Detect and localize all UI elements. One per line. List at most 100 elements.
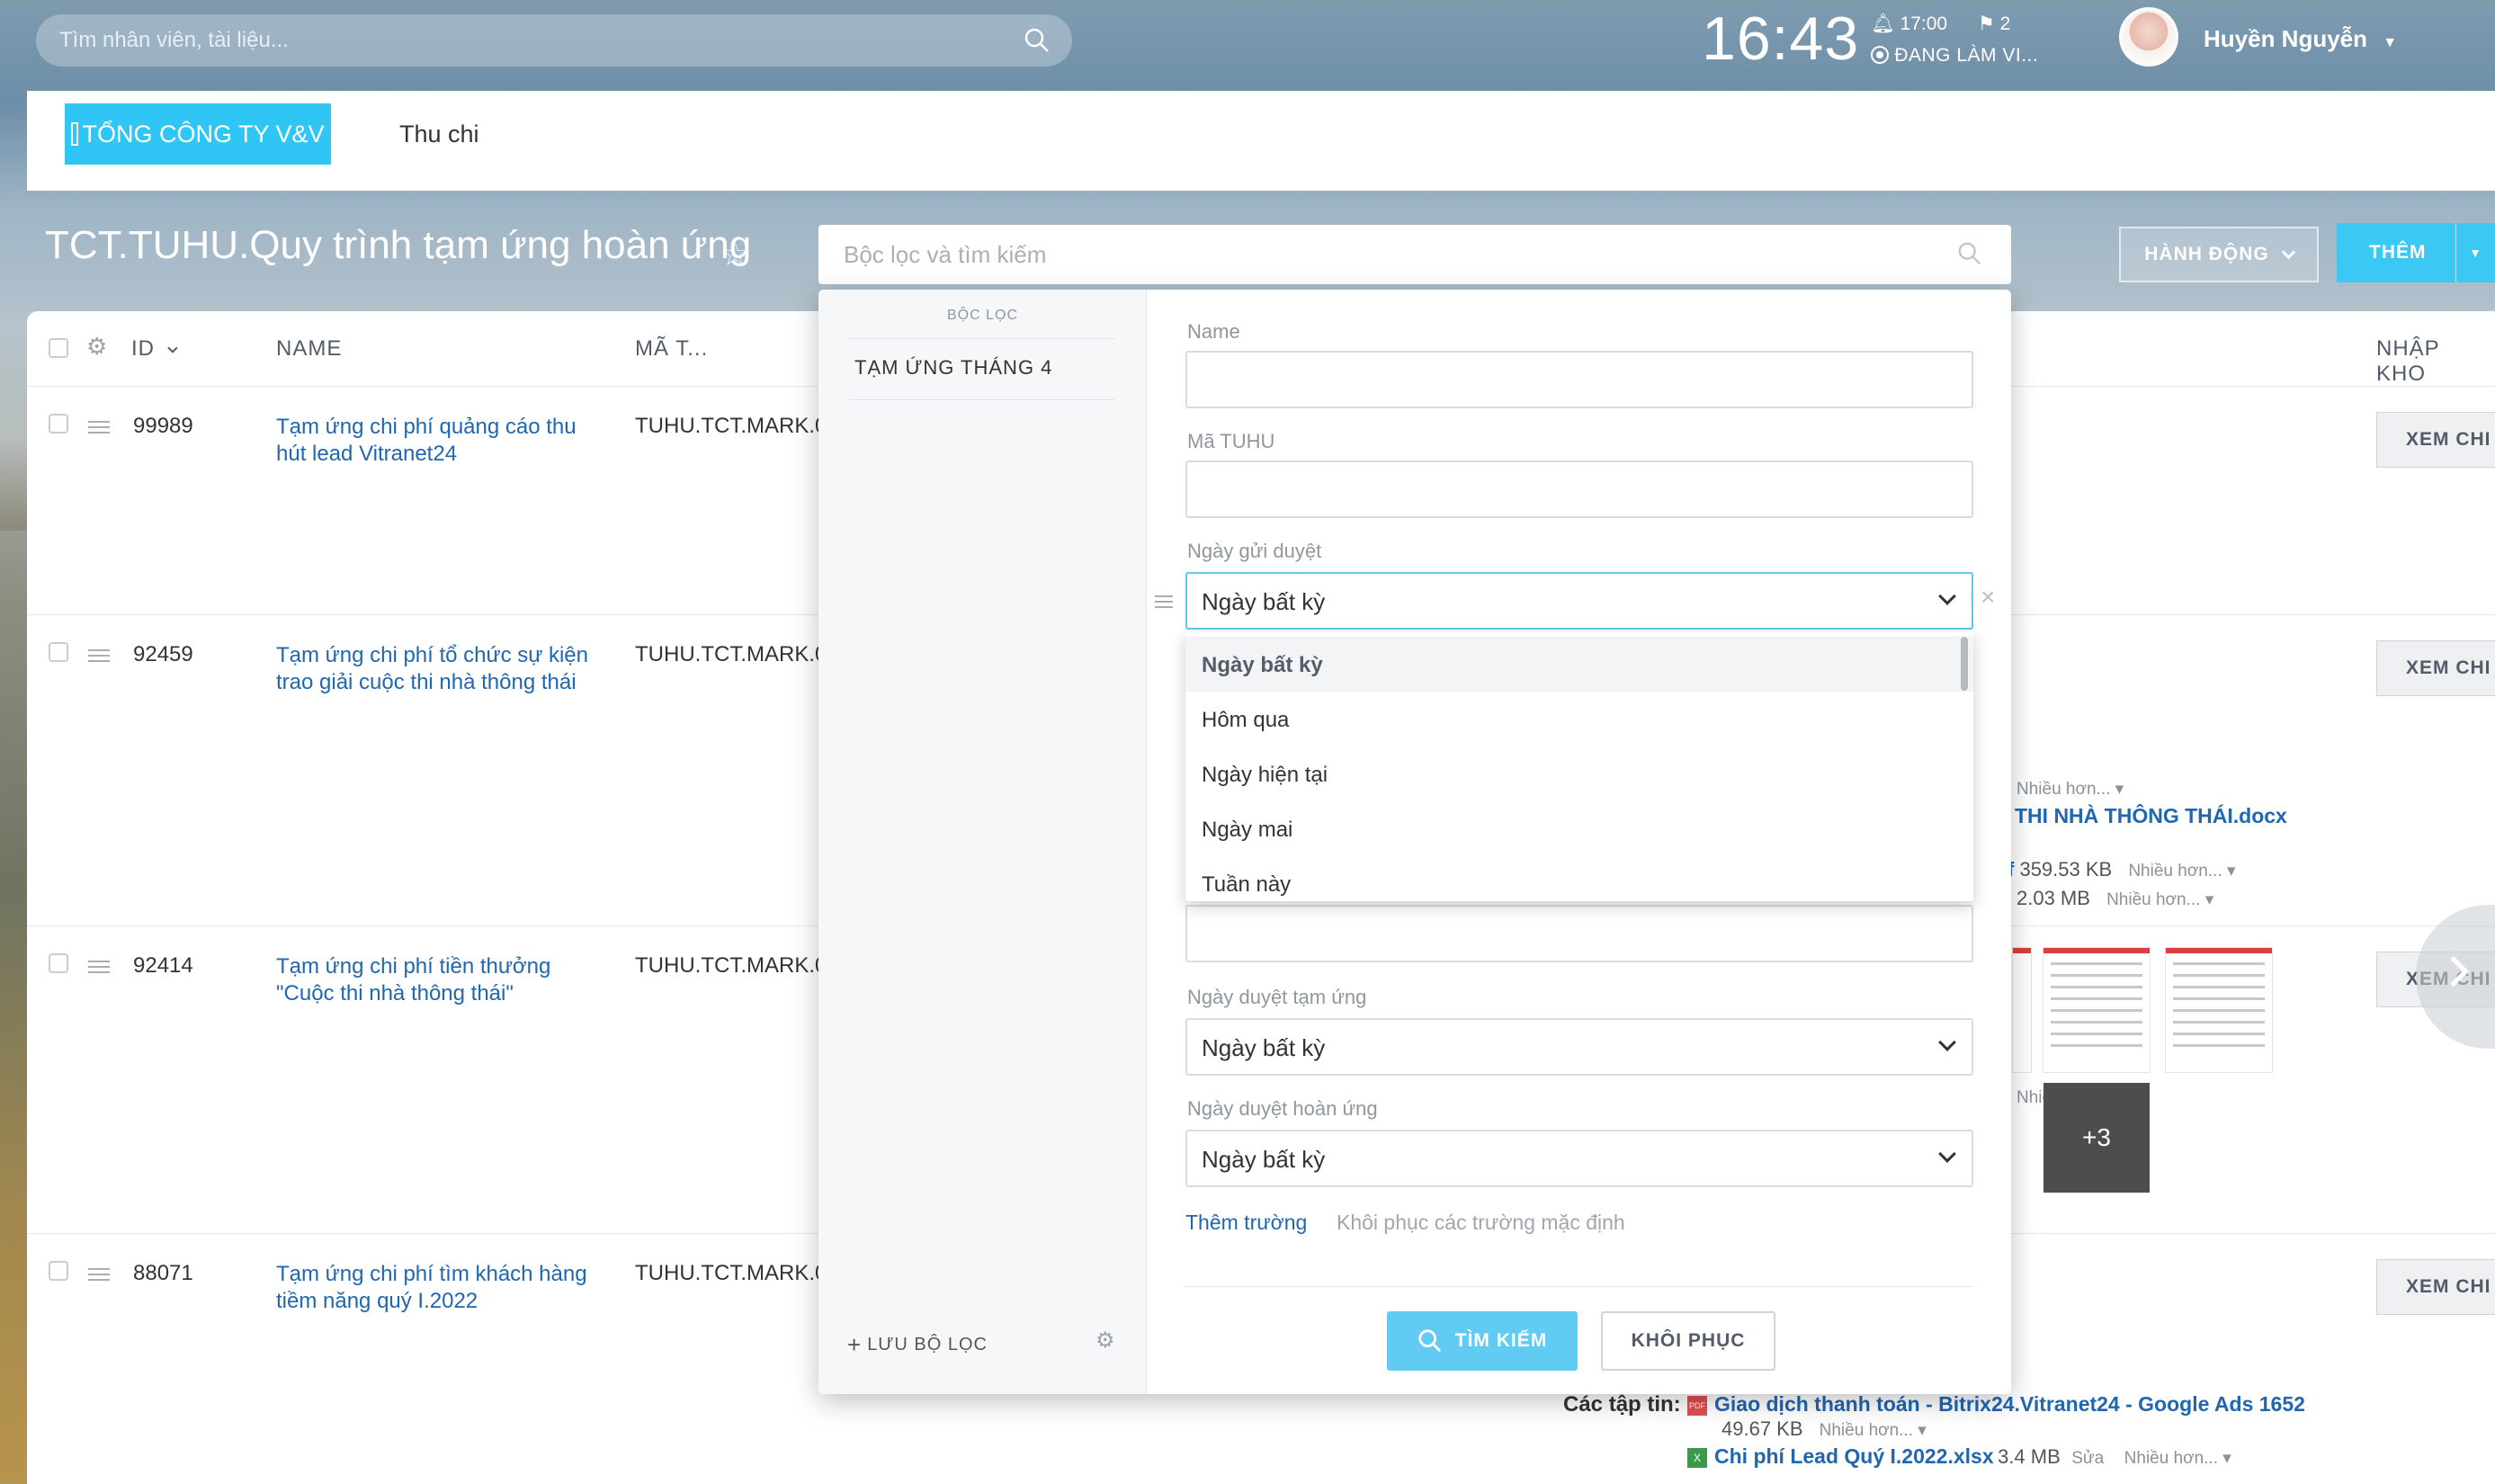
column-import[interactable]: NHẬP KHO <box>2376 336 2495 387</box>
row-name-link[interactable]: Tạm ứng chi phí tìm khách hàng tiềm năng… <box>276 1261 600 1315</box>
select-all-checkbox[interactable] <box>49 338 68 358</box>
view-detail-button[interactable]: XEM CHI TIẾT <box>2376 1259 2495 1315</box>
code-input[interactable] <box>1185 460 1973 518</box>
drag-handle-icon[interactable] <box>88 421 110 434</box>
search-button[interactable]: TÌM KIẾM <box>1387 1311 1578 1371</box>
star-icon[interactable]: ☆ <box>720 234 750 274</box>
record-icon <box>1871 46 1889 64</box>
reset-button[interactable]: KHÔI PHỤC <box>1601 1311 1775 1371</box>
company-button[interactable]: TỔNG CÔNG TY V&V <box>65 103 331 165</box>
chevron-down-icon <box>1938 1033 1956 1051</box>
file-link[interactable]: Chi phí Lead Quý I.2022.xlsx <box>1714 1444 1994 1468</box>
divider <box>1185 1286 1973 1287</box>
more-link-label: Nhiều hơn... <box>2128 862 2222 881</box>
column-name[interactable]: NAME <box>276 336 342 362</box>
file-size: 359.53 KB <box>2019 858 2113 881</box>
file-link[interactable]: THI NHÀ THÔNG THÁI.docx <box>2015 804 2287 828</box>
hidden-field-input[interactable] <box>1185 905 1973 962</box>
more-link[interactable]: Nhiều hơn... ▾ <box>1820 1421 1927 1440</box>
drag-handle-icon[interactable] <box>88 1268 110 1281</box>
more-thumbnails-button[interactable]: +3 <box>2043 1083 2150 1193</box>
row-checkbox[interactable] <box>49 1261 68 1281</box>
add-button-label: THÊM <box>2369 242 2427 263</box>
row-name-link[interactable]: Tạm ứng chi phí quảng cáo thu hút lead V… <box>276 414 600 468</box>
filter-preset-item[interactable]: TẠM ỨNG THÁNG 4 <box>854 356 1052 380</box>
row-id: 99989 <box>133 414 193 438</box>
file-size-row: f 359.53 KB Nhiều hơn... ▾ <box>2008 858 2236 881</box>
chevron-down-icon <box>1938 587 1956 605</box>
dropdown-scrollbar[interactable] <box>1961 637 1968 691</box>
dropdown-option[interactable]: Tuần này <box>1185 856 1973 901</box>
file-thumbnail[interactable] <box>2013 948 2031 1072</box>
caret-down-icon: ▼ <box>2469 246 2482 260</box>
refund-date-value: Ngày bất kỳ <box>1202 1146 1326 1173</box>
work-status-info[interactable]: 🔔︎ 17:00 ⚑ 2 <box>1871 13 2010 35</box>
view-detail-button[interactable]: XEM CHI TIẾT <box>2376 412 2495 468</box>
tab-thu-chi[interactable]: Thu chi <box>399 121 479 148</box>
row-checkbox[interactable] <box>49 953 68 973</box>
add-dropdown-toggle[interactable]: ▼ <box>2455 223 2495 282</box>
column-code[interactable]: MÃ T... <box>635 336 708 362</box>
user-menu[interactable]: Huyền Nguyễn ▼ <box>2204 25 2397 53</box>
advance-date-select[interactable]: Ngày bất kỳ <box>1185 1018 1973 1076</box>
search-icon[interactable] <box>1024 27 1051 54</box>
clock[interactable]: 16:43 <box>1702 4 1859 74</box>
drag-handle-icon[interactable] <box>1155 595 1173 608</box>
row-name-link[interactable]: Tạm ứng chi phí tiền thưởng "Cuộc thi nh… <box>276 953 600 1007</box>
company-bar <box>27 91 2495 191</box>
chevron-down-icon <box>167 343 178 353</box>
flag-icon: ⚑ <box>1977 13 1995 34</box>
gear-icon[interactable]: ⚙ <box>1095 1328 1115 1354</box>
more-link[interactable]: Nhiều hơn... ▾ <box>2106 890 2213 909</box>
row-checkbox[interactable] <box>49 642 68 662</box>
file-size: 49.67 KB <box>1721 1417 1803 1440</box>
user-name: Huyền Nguyễn <box>2204 25 2368 52</box>
dropdown-option[interactable]: Ngày hiện tại <box>1185 746 1973 801</box>
row-checkbox[interactable] <box>49 414 68 434</box>
more-link-label: Nhiều hơn... <box>2106 890 2201 909</box>
more-link[interactable]: Nhiều hơn... ▾ <box>2124 1449 2231 1468</box>
drag-handle-icon[interactable] <box>88 961 110 973</box>
file-size-row: 2.03 MB Nhiều hơn... ▾ <box>2017 887 2213 910</box>
restore-default-fields-link[interactable]: Khôi phục các trường mặc định <box>1337 1211 1625 1235</box>
global-search[interactable] <box>36 14 1072 67</box>
drag-handle-icon[interactable] <box>88 649 110 662</box>
files-label: Các tập tin: <box>1563 1392 1681 1417</box>
row-name-link[interactable]: Tạm ứng chi phí tổ chức sự kiện trao giả… <box>276 642 600 696</box>
search-icon[interactable] <box>1957 241 1982 271</box>
excel-icon: X <box>1687 1448 1707 1468</box>
avatar[interactable] <box>2119 7 2178 67</box>
save-filter-button[interactable]: + LƯU BỘ LỌC <box>847 1331 988 1359</box>
close-icon[interactable]: × <box>1981 583 1995 612</box>
dropdown-option[interactable]: Ngày bất kỳ <box>1185 637 1973 692</box>
search-icon <box>1418 1329 1441 1353</box>
work-status[interactable]: ĐANG LÀM VI... <box>1871 45 2038 67</box>
add-field-link[interactable]: Thêm trường <box>1185 1211 1307 1235</box>
filter-search-input[interactable]: Bộc lọc và tìm kiếm <box>818 225 2011 284</box>
refund-date-select[interactable]: Ngày bất kỳ <box>1185 1130 1973 1187</box>
column-id[interactable]: ID <box>131 336 178 362</box>
row-id: 88071 <box>133 1261 193 1285</box>
action-button[interactable]: HÀNH ĐỘNG <box>2119 227 2319 282</box>
chevron-right-icon <box>2438 956 2469 987</box>
name-input[interactable] <box>1185 351 1973 408</box>
action-button-label: HÀNH ĐỘNG <box>2144 244 2269 264</box>
file-thumbnail[interactable] <box>2166 948 2272 1072</box>
column-id-label: ID <box>131 336 155 361</box>
row-code: TUHU.TCT.MARK.0 <box>635 1261 827 1285</box>
row-code: TUHU.TCT.MARK.0 <box>635 953 827 978</box>
add-button[interactable]: THÊM ▼ <box>2337 223 2495 282</box>
date-dropdown-list: Ngày bất kỳ Hôm qua Ngày hiện tại Ngày m… <box>1185 631 1973 901</box>
more-link[interactable]: Nhiều hơn... ▾ <box>2128 862 2235 881</box>
edit-link[interactable]: Sửa <box>2071 1449 2104 1468</box>
dropdown-option[interactable]: Ngày mai <box>1185 801 1973 856</box>
file-thumbnail[interactable] <box>2043 948 2150 1072</box>
view-detail-button[interactable]: XEM CHI TIẾT <box>2376 640 2495 696</box>
gear-icon[interactable]: ⚙ <box>86 333 107 361</box>
dropdown-option[interactable]: Hôm qua <box>1185 692 1973 746</box>
send-date-select[interactable]: Ngày bất kỳ <box>1185 572 1973 630</box>
more-link[interactable]: Nhiều hơn... ▾ <box>2017 779 2124 800</box>
global-search-input[interactable] <box>59 14 995 67</box>
divider <box>849 338 1115 339</box>
file-link[interactable]: Giao dịch thanh toán - Bitrix24.Vitranet… <box>1714 1392 2305 1417</box>
